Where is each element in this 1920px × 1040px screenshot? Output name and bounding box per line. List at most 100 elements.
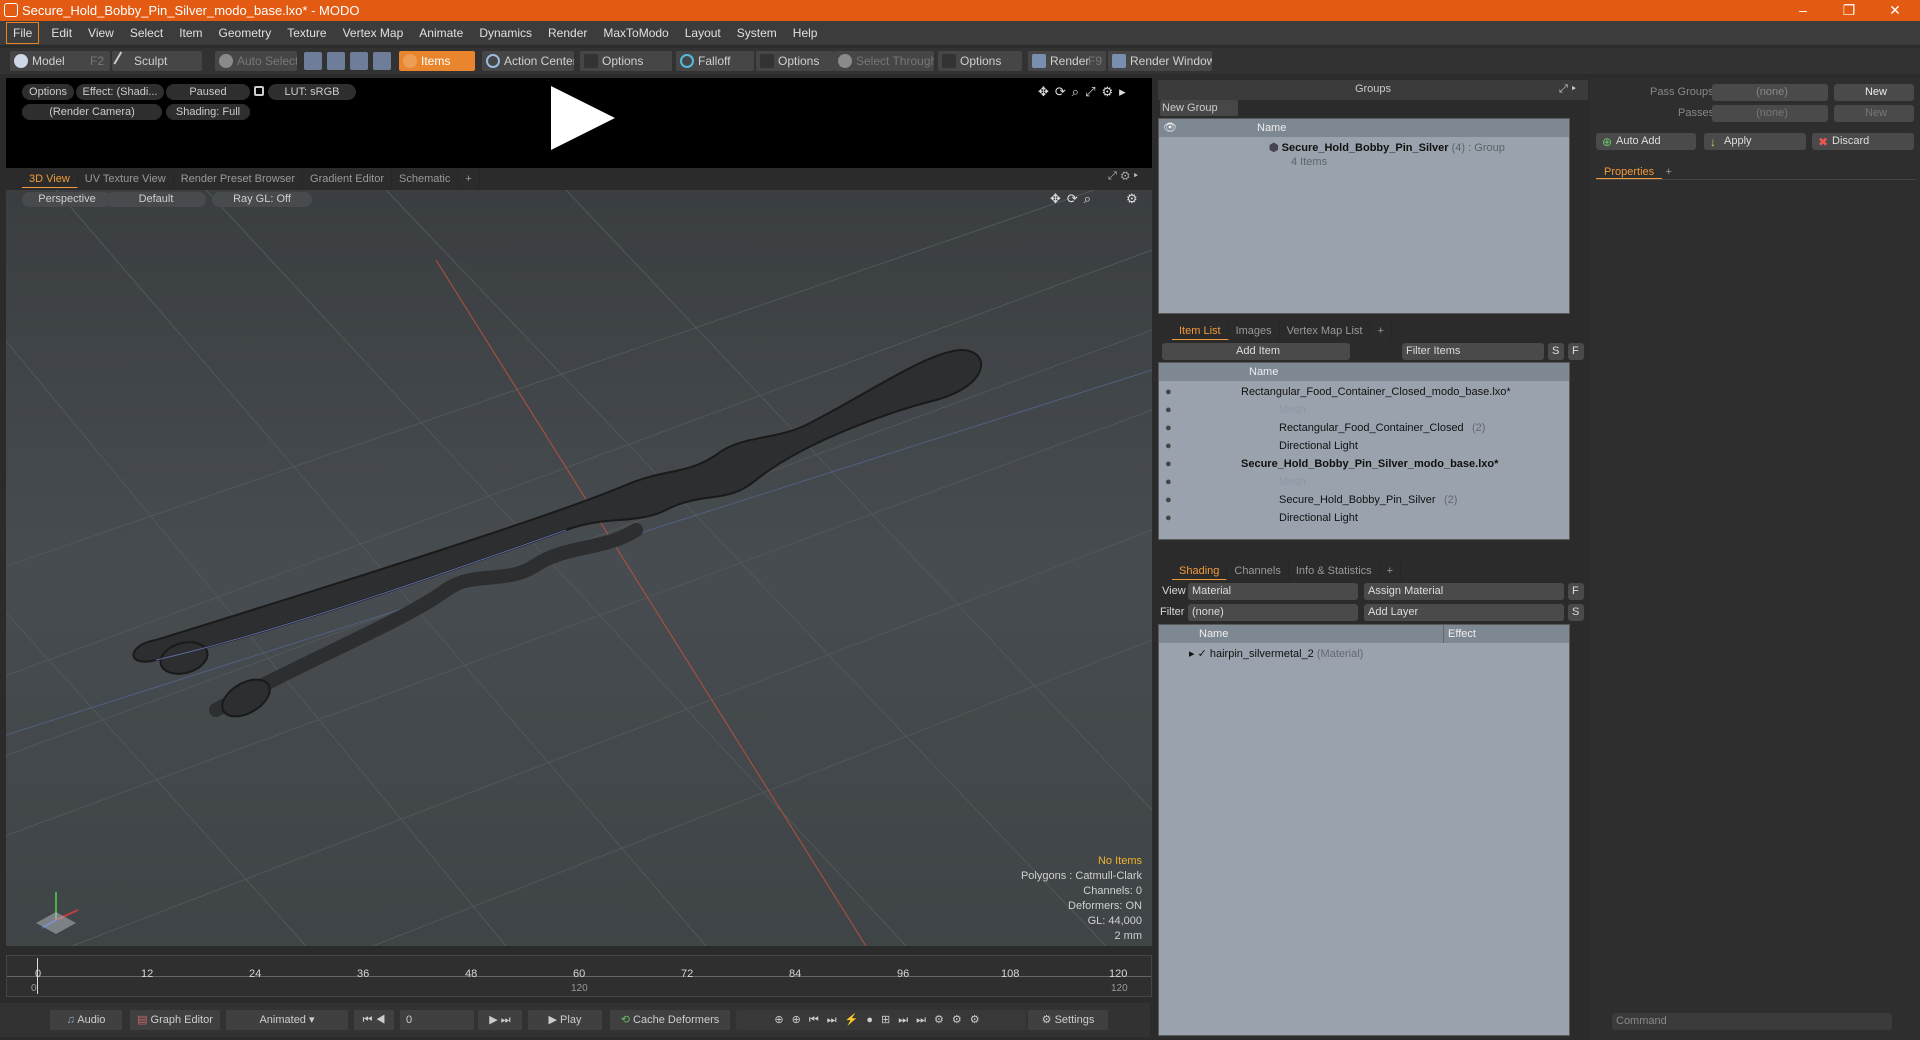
ray-gl-dropdown[interactable]: Ray GL: Off	[212, 192, 312, 207]
new-pass-button[interactable]: New	[1834, 105, 1914, 122]
key-tools[interactable]: ⊕⊕⏮⏭⚡●⊞⏭⏭⚙⚙⚙	[736, 1010, 1026, 1030]
menu-item[interactable]: Item	[171, 21, 210, 45]
minimize-button[interactable]: –	[1780, 0, 1826, 21]
tab-channels[interactable]: Channels	[1227, 562, 1289, 580]
render-window-button[interactable]: Render Window	[1108, 51, 1212, 71]
menu-render[interactable]: Render	[540, 21, 595, 45]
falloff-options-button[interactable]: Options	[756, 51, 834, 71]
add-layer-dropdown[interactable]: Add Layer	[1364, 604, 1564, 621]
add-tab-button[interactable]: +	[1665, 166, 1671, 178]
item-list-row[interactable]: ● Directional Light	[1159, 437, 1569, 455]
menu-help[interactable]: Help	[785, 21, 826, 45]
skip-start-button[interactable]: ⏮ ◀	[354, 1010, 394, 1030]
lock-icon[interactable]	[254, 86, 264, 96]
sculpt-button[interactable]: Sculpt	[112, 51, 202, 71]
menu-dynamics[interactable]: Dynamics	[471, 21, 540, 45]
frame-input[interactable]: 0	[400, 1010, 474, 1030]
item-list-row[interactable]: ● Directional Light	[1159, 509, 1569, 527]
menu-view[interactable]: View	[80, 21, 122, 45]
item-list-row[interactable]: ● Secure_Hold_Bobby_Pin_Silver (2)	[1159, 491, 1569, 509]
item-list-row[interactable]: ● Mesh	[1159, 473, 1569, 491]
tab-render-preset-browser[interactable]: Render Preset Browser	[174, 170, 304, 188]
visibility-eye-icon[interactable]: ●	[1165, 383, 1172, 401]
preview-effect-dropdown[interactable]: Effect: (Shadi...	[76, 84, 164, 100]
playhead[interactable]	[37, 958, 38, 994]
add-tab-button[interactable]: +	[1370, 322, 1392, 340]
render-button[interactable]: Render F9	[1028, 51, 1106, 71]
view-dropdown[interactable]: Material	[1188, 583, 1358, 600]
tab-images[interactable]: Images	[1229, 322, 1280, 340]
falloff-button[interactable]: Falloff	[676, 51, 754, 71]
groups-list[interactable]: 👁 Name ⬢ Secure_Hold_Bobby_Pin_Silver (4…	[1158, 118, 1570, 314]
add-tab-button[interactable]: +	[458, 170, 480, 188]
select-through-options-button[interactable]: Options	[938, 51, 1022, 71]
preview-camera-dropdown[interactable]: (Render Camera)	[22, 104, 162, 120]
tab-info-statistics[interactable]: Info & Statistics	[1289, 562, 1380, 580]
menu-animate[interactable]: Animate	[411, 21, 471, 45]
tab-item-list[interactable]: Item List	[1172, 322, 1229, 340]
preview-paused-button[interactable]: Paused	[166, 84, 250, 100]
menu-geometry[interactable]: Geometry	[211, 21, 280, 45]
menu-edit[interactable]: Edit	[43, 21, 80, 45]
edges-mode-icon[interactable]	[327, 52, 345, 70]
tab-3d-view[interactable]: 3D View	[22, 170, 78, 188]
command-input[interactable]: Command	[1612, 1013, 1892, 1030]
menu-vertex-map[interactable]: Vertex Map	[335, 21, 412, 45]
filter-dropdown[interactable]: (none)	[1188, 604, 1358, 621]
timeline[interactable]: 0 12 24 36 48 60 72 84 96 108 120 0 120 …	[6, 955, 1152, 997]
action-center-options-button[interactable]: Options	[580, 51, 672, 71]
perspective-dropdown[interactable]: Perspective	[22, 192, 112, 207]
settings-button[interactable]: ⚙ Settings	[1028, 1010, 1108, 1030]
item-list-row[interactable]: ● Rectangular_Food_Container_Closed (2)	[1159, 419, 1569, 437]
add-tab-button[interactable]: +	[1380, 562, 1402, 580]
f-button[interactable]: F	[1568, 343, 1584, 360]
add-item-dropdown[interactable]: Add Item	[1162, 343, 1350, 360]
preview-options-button[interactable]: Options	[22, 84, 74, 100]
close-button[interactable]: ✕	[1872, 0, 1918, 21]
apply-button[interactable]: Apply	[1704, 133, 1806, 150]
menu-system[interactable]: System	[729, 21, 785, 45]
auto-select-button[interactable]: Auto Select	[215, 51, 297, 71]
new-group-button[interactable]: New Group	[1160, 100, 1238, 116]
play-button[interactable]: ▶ Play	[528, 1010, 602, 1030]
menu-select[interactable]: Select	[122, 21, 171, 45]
new-pass-group-button[interactable]: New	[1834, 84, 1914, 101]
visibility-eye-icon[interactable]: ●	[1165, 401, 1172, 419]
s-button[interactable]: S	[1548, 343, 1564, 360]
tab-properties[interactable]: Properties	[1596, 166, 1663, 179]
step-forward-button[interactable]: ▶ ⏭	[478, 1010, 522, 1030]
viewport-settings-icon[interactable]: ⚙	[1126, 191, 1138, 207]
model-button[interactable]: Model F2	[10, 51, 110, 71]
play-icon[interactable]	[551, 86, 615, 150]
passes-dropdown[interactable]: (none)	[1712, 105, 1828, 122]
tab-uv-texture-view[interactable]: UV Texture View	[78, 170, 174, 188]
tab-vertex-map-list[interactable]: Vertex Map List	[1280, 322, 1371, 340]
material-row[interactable]: ▸ ✓ hairpin_silvermetal_2 (Material)	[1189, 645, 1363, 663]
shader-tree[interactable]: Name Effect ▸ ✓ hairpin_silvermetal_2 (M…	[1158, 624, 1570, 1036]
visibility-eye-icon[interactable]: ●	[1165, 473, 1172, 491]
tab-shading[interactable]: Shading	[1172, 562, 1228, 580]
items-mode-button[interactable]: Items	[399, 51, 475, 71]
preview-lut-dropdown[interactable]: LUT: sRGB	[268, 84, 356, 100]
visibility-eye-icon[interactable]: ●	[1165, 491, 1172, 509]
preview-shading-dropdown[interactable]: Shading: Full	[166, 104, 250, 120]
menu-file[interactable]: File	[6, 22, 40, 44]
graph-editor-button[interactable]: ▤ Graph Editor	[130, 1010, 220, 1030]
item-list-row[interactable]: ● Mesh	[1159, 401, 1569, 419]
tab-schematic[interactable]: Schematic	[392, 170, 459, 188]
item-list-row[interactable]: ● Rectangular_Food_Container_Closed_modo_…	[1159, 383, 1569, 401]
default-style-dropdown[interactable]: Default	[106, 192, 206, 207]
f-button[interactable]: F	[1568, 583, 1584, 600]
visibility-eye-icon[interactable]: ●	[1165, 419, 1172, 437]
visibility-eye-icon[interactable]: ●	[1165, 509, 1172, 527]
materials-mode-icon[interactable]	[373, 52, 391, 70]
filter-items-input[interactable]: Filter Items	[1402, 343, 1544, 360]
expand-icon[interactable]: ⤢▸	[1559, 80, 1580, 98]
select-through-button[interactable]: Select Through	[834, 51, 934, 71]
animated-dropdown[interactable]: Animated ▾	[226, 1010, 348, 1030]
view-panel-icons[interactable]: ⤢⚙▸	[1108, 170, 1142, 183]
action-center-button[interactable]: Action Center	[482, 51, 574, 71]
maximize-button[interactable]: ❐	[1826, 0, 1872, 21]
assign-material-button[interactable]: Assign Material	[1364, 583, 1564, 600]
visibility-eye-icon[interactable]: ●	[1165, 437, 1172, 455]
